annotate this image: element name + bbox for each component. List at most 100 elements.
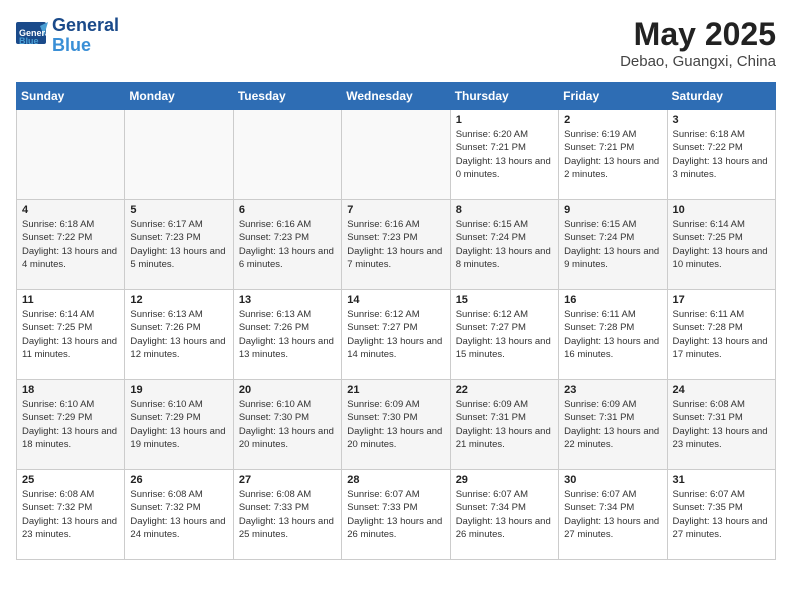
calendar-day-cell: 13 Sunrise: 6:13 AM Sunset: 7:26 PM Dayli…: [233, 290, 341, 380]
calendar-day-cell: 11Sunrise: 6:14 AM Sunset: 7:25 PM Dayli…: [17, 290, 125, 380]
day-info: Sunrise: 6:16 AM Sunset: 7:23 PM Dayligh…: [347, 218, 444, 271]
calendar-day-cell: 8Sunrise: 6:15 AM Sunset: 7:24 PM Daylig…: [450, 200, 558, 290]
day-info: Sunrise: 6:15 AM Sunset: 7:24 PM Dayligh…: [456, 218, 553, 271]
calendar-week-row: 4 Sunrise: 6:18 AM Sunset: 7:22 PM Daylig…: [17, 200, 776, 290]
day-info: Sunrise: 6:14 AM Sunset: 7:25 PM Dayligh…: [22, 308, 119, 361]
calendar-day-header: Wednesday: [342, 83, 450, 110]
day-info: Sunrise: 6:15 AM Sunset: 7:24 PM Dayligh…: [564, 218, 661, 271]
day-number: 14: [347, 294, 444, 306]
calendar-day-cell: 5 Sunrise: 6:17 AM Sunset: 7:23 PM Daylig…: [125, 200, 233, 290]
day-info: Sunrise: 6:08 AM Sunset: 7:33 PM Dayligh…: [239, 488, 336, 541]
day-number: 2: [564, 114, 661, 126]
calendar-day-cell: 27 Sunrise: 6:08 AM Sunset: 7:33 PM Dayli…: [233, 470, 341, 560]
calendar-day-header: Saturday: [667, 83, 775, 110]
day-number: 17: [673, 294, 770, 306]
day-number: 27: [239, 474, 336, 486]
calendar-day-cell: 1 Sunrise: 6:20 AM Sunset: 7:21 PM Daylig…: [450, 110, 558, 200]
title-block: May 2025 Debao, Guangxi, China: [620, 16, 776, 70]
day-info: Sunrise: 6:17 AM Sunset: 7:23 PM Dayligh…: [130, 218, 227, 271]
day-info: Sunrise: 6:08 AM Sunset: 7:32 PM Dayligh…: [22, 488, 119, 541]
location: Debao, Guangxi, China: [620, 53, 776, 70]
calendar-day-cell: 25 Sunrise: 6:08 AM Sunset: 7:32 PM Dayli…: [17, 470, 125, 560]
day-info: Sunrise: 6:19 AM Sunset: 7:21 PM Dayligh…: [564, 128, 661, 181]
calendar-day-cell: [233, 110, 341, 200]
day-info: Sunrise: 6:08 AM Sunset: 7:32 PM Dayligh…: [130, 488, 227, 541]
day-number: 25: [22, 474, 119, 486]
logo-icon: General Blue: [16, 22, 48, 50]
day-info: Sunrise: 6:20 AM Sunset: 7:21 PM Dayligh…: [456, 128, 553, 181]
logo: General Blue GeneralBlue: [16, 16, 119, 56]
day-number: 22: [456, 384, 553, 396]
day-info: Sunrise: 6:14 AM Sunset: 7:25 PM Dayligh…: [673, 218, 770, 271]
calendar-day-header: Sunday: [17, 83, 125, 110]
page-header: General Blue GeneralBlue May 2025 Debao,…: [16, 16, 776, 70]
calendar-week-row: 11Sunrise: 6:14 AM Sunset: 7:25 PM Dayli…: [17, 290, 776, 380]
day-info: Sunrise: 6:18 AM Sunset: 7:22 PM Dayligh…: [22, 218, 119, 271]
calendar-day-cell: 22 Sunrise: 6:09 AM Sunset: 7:31 PM Dayli…: [450, 380, 558, 470]
day-number: 1: [456, 114, 553, 126]
day-number: 24: [673, 384, 770, 396]
calendar-week-row: 25 Sunrise: 6:08 AM Sunset: 7:32 PM Dayli…: [17, 470, 776, 560]
calendar-day-cell: 30Sunrise: 6:07 AM Sunset: 7:34 PM Dayli…: [559, 470, 667, 560]
calendar-day-header: Friday: [559, 83, 667, 110]
calendar-table: SundayMondayTuesdayWednesdayThursdayFrid…: [16, 82, 776, 560]
day-info: Sunrise: 6:12 AM Sunset: 7:27 PM Dayligh…: [456, 308, 553, 361]
calendar-day-cell: 26 Sunrise: 6:08 AM Sunset: 7:32 PM Dayli…: [125, 470, 233, 560]
calendar-day-cell: 3 Sunrise: 6:18 AM Sunset: 7:22 PM Daylig…: [667, 110, 775, 200]
calendar-day-cell: 19Sunrise: 6:10 AM Sunset: 7:29 PM Dayli…: [125, 380, 233, 470]
day-number: 28: [347, 474, 444, 486]
day-number: 16: [564, 294, 661, 306]
day-number: 23: [564, 384, 661, 396]
day-info: Sunrise: 6:09 AM Sunset: 7:31 PM Dayligh…: [564, 398, 661, 451]
day-number: 5: [130, 204, 227, 216]
day-info: Sunrise: 6:11 AM Sunset: 7:28 PM Dayligh…: [564, 308, 661, 361]
day-info: Sunrise: 6:12 AM Sunset: 7:27 PM Dayligh…: [347, 308, 444, 361]
calendar-day-cell: [342, 110, 450, 200]
calendar-day-cell: 29 Sunrise: 6:07 AM Sunset: 7:34 PM Dayli…: [450, 470, 558, 560]
calendar-day-cell: 4 Sunrise: 6:18 AM Sunset: 7:22 PM Daylig…: [17, 200, 125, 290]
calendar-day-cell: 2 Sunrise: 6:19 AM Sunset: 7:21 PM Daylig…: [559, 110, 667, 200]
day-info: Sunrise: 6:13 AM Sunset: 7:26 PM Dayligh…: [239, 308, 336, 361]
month-year: May 2025: [620, 16, 776, 53]
calendar-day-cell: 18 Sunrise: 6:10 AM Sunset: 7:29 PM Dayli…: [17, 380, 125, 470]
calendar-day-cell: [17, 110, 125, 200]
day-info: Sunrise: 6:07 AM Sunset: 7:33 PM Dayligh…: [347, 488, 444, 541]
day-number: 7: [347, 204, 444, 216]
calendar-week-row: 1 Sunrise: 6:20 AM Sunset: 7:21 PM Daylig…: [17, 110, 776, 200]
calendar-week-row: 18 Sunrise: 6:10 AM Sunset: 7:29 PM Dayli…: [17, 380, 776, 470]
day-info: Sunrise: 6:10 AM Sunset: 7:29 PM Dayligh…: [22, 398, 119, 451]
calendar-day-cell: 28 Sunrise: 6:07 AM Sunset: 7:33 PM Dayli…: [342, 470, 450, 560]
day-number: 3: [673, 114, 770, 126]
day-number: 6: [239, 204, 336, 216]
calendar-day-cell: 12 Sunrise: 6:13 AM Sunset: 7:26 PM Dayli…: [125, 290, 233, 380]
calendar-day-cell: 23 Sunrise: 6:09 AM Sunset: 7:31 PM Dayli…: [559, 380, 667, 470]
day-number: 19: [130, 384, 227, 396]
calendar-day-header: Thursday: [450, 83, 558, 110]
day-number: 10: [673, 204, 770, 216]
day-info: Sunrise: 6:07 AM Sunset: 7:35 PM Dayligh…: [673, 488, 770, 541]
day-number: 29: [456, 474, 553, 486]
calendar-day-cell: 24 Sunrise: 6:08 AM Sunset: 7:31 PM Dayli…: [667, 380, 775, 470]
day-number: 15: [456, 294, 553, 306]
calendar-day-cell: 10 Sunrise: 6:14 AM Sunset: 7:25 PM Dayli…: [667, 200, 775, 290]
day-info: Sunrise: 6:09 AM Sunset: 7:31 PM Dayligh…: [456, 398, 553, 451]
calendar-body: 1 Sunrise: 6:20 AM Sunset: 7:21 PM Daylig…: [17, 110, 776, 560]
day-number: 4: [22, 204, 119, 216]
day-info: Sunrise: 6:18 AM Sunset: 7:22 PM Dayligh…: [673, 128, 770, 181]
svg-text:Blue: Blue: [19, 36, 39, 46]
calendar-day-cell: 14 Sunrise: 6:12 AM Sunset: 7:27 PM Dayli…: [342, 290, 450, 380]
day-number: 18: [22, 384, 119, 396]
day-info: Sunrise: 6:08 AM Sunset: 7:31 PM Dayligh…: [673, 398, 770, 451]
day-info: Sunrise: 6:16 AM Sunset: 7:23 PM Dayligh…: [239, 218, 336, 271]
day-number: 26: [130, 474, 227, 486]
calendar-day-cell: 20Sunrise: 6:10 AM Sunset: 7:30 PM Dayli…: [233, 380, 341, 470]
calendar-day-cell: 9Sunrise: 6:15 AM Sunset: 7:24 PM Daylig…: [559, 200, 667, 290]
calendar-day-cell: 6 Sunrise: 6:16 AM Sunset: 7:23 PM Daylig…: [233, 200, 341, 290]
calendar-day-cell: 16 Sunrise: 6:11 AM Sunset: 7:28 PM Dayli…: [559, 290, 667, 380]
day-number: 13: [239, 294, 336, 306]
calendar-day-cell: 7 Sunrise: 6:16 AM Sunset: 7:23 PM Daylig…: [342, 200, 450, 290]
day-info: Sunrise: 6:07 AM Sunset: 7:34 PM Dayligh…: [456, 488, 553, 541]
day-number: 12: [130, 294, 227, 306]
calendar-day-cell: 15 Sunrise: 6:12 AM Sunset: 7:27 PM Dayli…: [450, 290, 558, 380]
day-info: Sunrise: 6:13 AM Sunset: 7:26 PM Dayligh…: [130, 308, 227, 361]
